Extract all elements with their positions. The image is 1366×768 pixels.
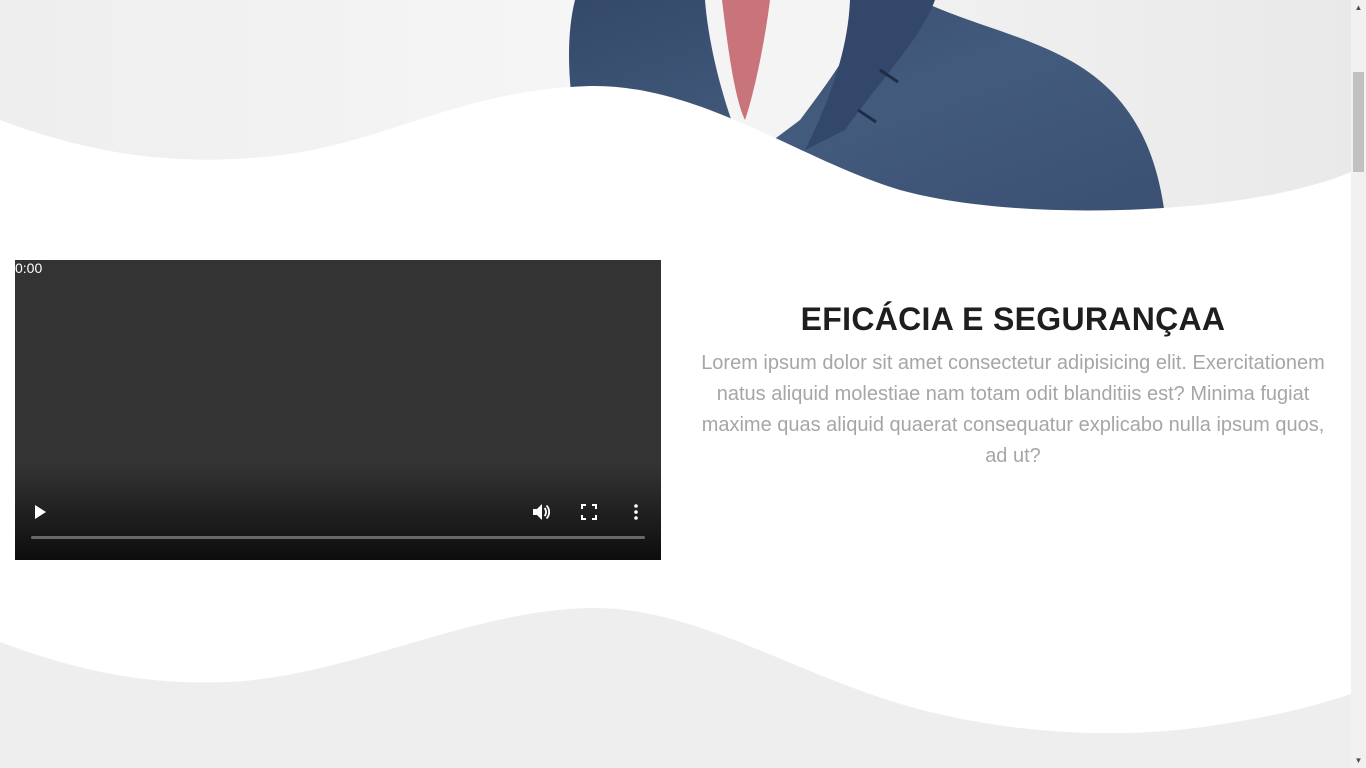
more-vertical-icon[interactable]: [626, 500, 646, 524]
page-scrollbar[interactable]: ▲ ▼: [1351, 0, 1366, 768]
feature-section: EFICÁCIA E SEGURANÇAA Lorem ipsum dolor …: [690, 296, 1336, 472]
section-title: EFICÁCIA E SEGURANÇAA: [800, 301, 1226, 337]
bottom-wave-divider: [0, 607, 1351, 768]
play-icon[interactable]: [29, 500, 51, 524]
video-timeline[interactable]: [31, 536, 645, 539]
hero-image: [0, 0, 1351, 215]
video-player[interactable]: 0:00: [15, 260, 661, 560]
page: 0:00 EFICÁCIA E SEGURANÇAA Lorem ipsum d…: [0, 0, 1351, 768]
volume-icon[interactable]: [529, 500, 553, 524]
fullscreen-icon[interactable]: [577, 500, 601, 524]
scroll-down-arrow-icon[interactable]: ▼: [1351, 753, 1366, 768]
video-controls-overlay: [15, 465, 661, 560]
scrollbar-thumb[interactable]: [1353, 72, 1364, 172]
video-time: 0:00: [15, 260, 43, 276]
section-body: Lorem ipsum dolor sit amet consectetur a…: [701, 352, 1325, 467]
hero-photo: [0, 0, 1351, 215]
scroll-up-arrow-icon[interactable]: ▲: [1351, 0, 1366, 15]
